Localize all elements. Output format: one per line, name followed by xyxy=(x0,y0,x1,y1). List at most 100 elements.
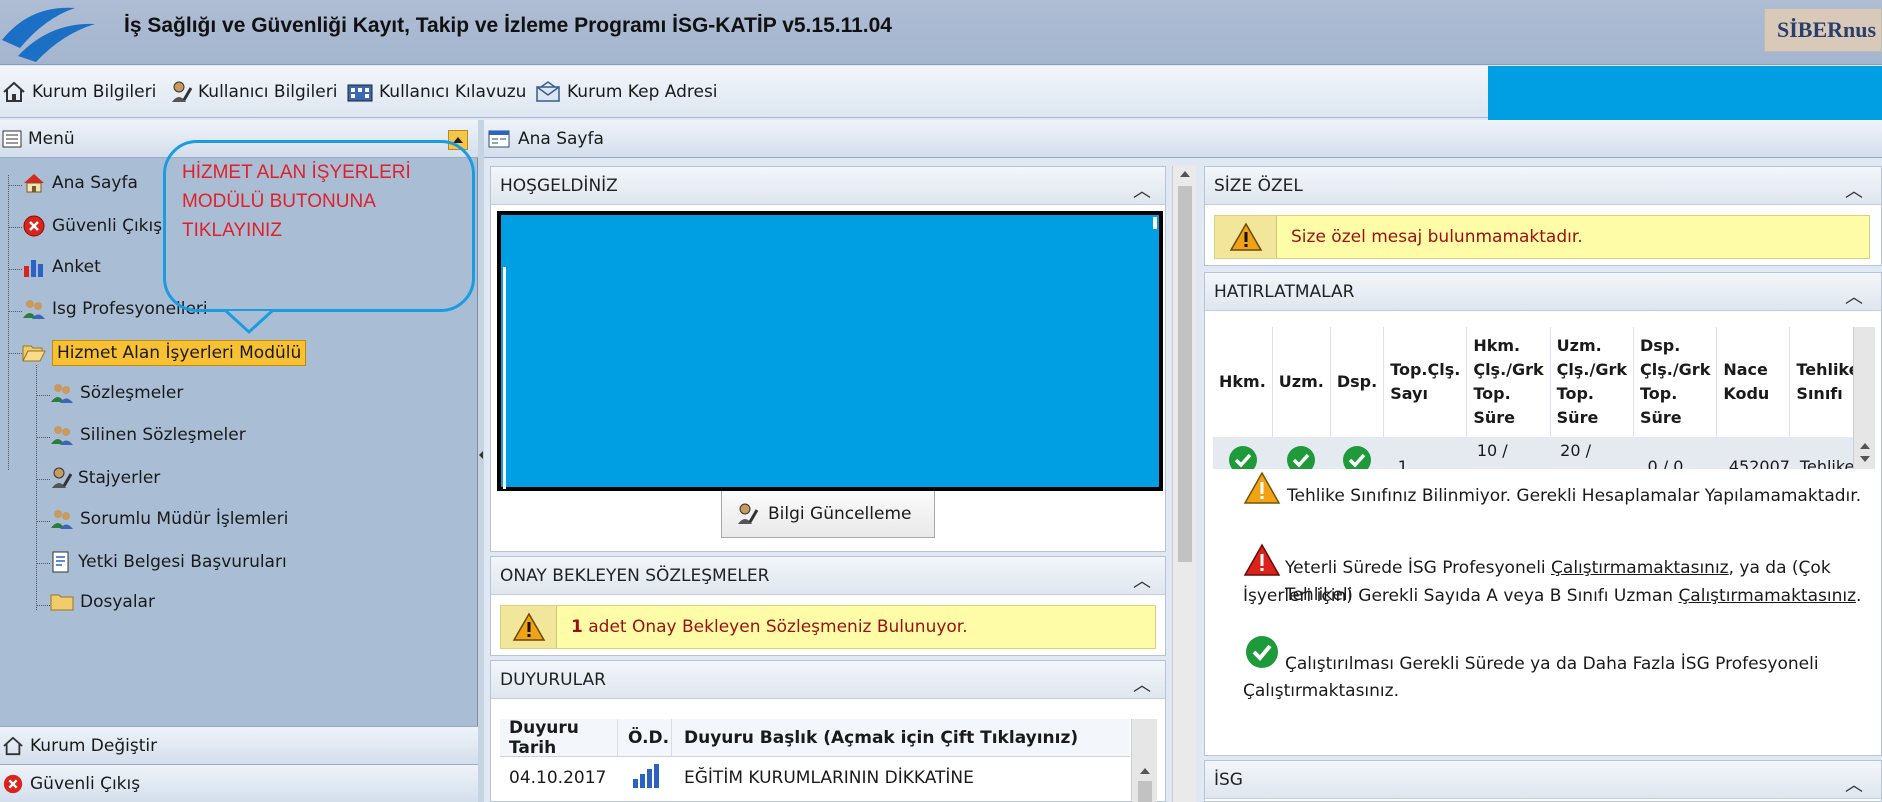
pending-count: 1 xyxy=(571,617,583,637)
tree-line xyxy=(8,311,22,312)
mail-icon xyxy=(536,81,560,102)
announcements-title: DUYURULAR xyxy=(500,669,606,690)
sidebar-item-silinen-sozlesmeler[interactable]: Silinen Sözleşmeler xyxy=(50,424,246,446)
pending-message[interactable]: 1 adet Onay Bekleyen Sözleşmeniz Bulunuy… xyxy=(500,605,1156,649)
main-scrollbar[interactable] xyxy=(1172,166,1196,802)
cell-nace: 452007 xyxy=(1728,457,1790,471)
sidebar-item-dosyalar[interactable]: Dosyalar xyxy=(50,592,155,612)
pending-title: ONAY BEKLEYEN SÖZLEŞMELER xyxy=(500,565,770,586)
check-icon xyxy=(1213,437,1272,471)
scroll-thumb[interactable] xyxy=(1178,186,1192,562)
document-icon xyxy=(52,551,69,573)
toolbar-label: Kullanıcı Bilgileri xyxy=(198,82,338,102)
sidebar-item-guvenli-cikis[interactable]: Güvenli Çıkış xyxy=(22,214,162,238)
home-icon xyxy=(24,174,44,193)
check-icon xyxy=(1246,636,1278,668)
panel-header: ONAY BEKLEYEN SÖZLEŞMELER ︿ xyxy=(491,557,1165,595)
panel-header: İSG ︿ xyxy=(1205,761,1881,799)
col-tehlike-sinifi[interactable]: Tehlike Sınıfı xyxy=(1789,327,1853,437)
col-hkm-sure[interactable]: Hkm. Çlş./Grk Top. Süre xyxy=(1466,327,1551,437)
redaction-box xyxy=(1488,66,1882,122)
welcome-title: HOŞGELDİNİZ xyxy=(500,175,618,196)
sidebar-item-hizmet-alan-isyerleri[interactable]: Hizmet Alan İşyerleri Modülü xyxy=(22,340,307,366)
scroll-thumb[interactable] xyxy=(1138,781,1152,802)
chevron-up-icon[interactable]: ︿ xyxy=(1133,567,1151,593)
col-uzm-sure[interactable]: Uzm. Çlş./Grk Top. Süre xyxy=(1550,327,1635,437)
panel-header: HOŞGELDİNİZ ︿ xyxy=(491,167,1165,205)
window-title: İş Sağlığı ve Güvenliği Kayıt, Takip ve … xyxy=(124,14,892,37)
legend-link[interactable]: Çalıştırmamaktasınız xyxy=(1551,558,1729,578)
kurum-degistir-button[interactable]: Kurum Değiştir xyxy=(0,726,478,764)
reminders-table: Hkm. Uzm. Dsp. Top.Çlş. Sayı Hkm. Çlş./G… xyxy=(1213,327,1853,471)
sidebar-item-ana-sayfa[interactable]: Ana Sayfa xyxy=(22,172,138,194)
sidebar-item-yetki-belgesi[interactable]: Yetki Belgesi Başvuruları xyxy=(50,550,287,574)
col-nace-kodu[interactable]: Nace Kodu xyxy=(1716,327,1791,437)
redaction-edge xyxy=(503,267,506,489)
tree-line xyxy=(8,227,22,228)
chevron-up-icon[interactable]: ︿ xyxy=(1133,671,1151,697)
col-dsp[interactable]: Dsp. xyxy=(1330,327,1385,437)
table-header: Duyuru Tarih Ö.D. Duyuru Başlık (Açmak i… xyxy=(500,718,1130,758)
scrollbar[interactable] xyxy=(1131,719,1157,802)
user-edit-icon xyxy=(738,503,758,524)
toolbar-label: Kurum Bilgileri xyxy=(32,82,157,102)
tree-line xyxy=(8,353,22,354)
chevron-up-icon[interactable]: ︿ xyxy=(1845,177,1863,203)
legend-link[interactable]: Çalıştırmamaktasınız xyxy=(1678,586,1856,606)
callout-line: TIKLAYINIZ xyxy=(182,220,282,241)
col-hkm[interactable]: Hkm. xyxy=(1213,327,1273,437)
tab-ana-sayfa[interactable]: Ana Sayfa xyxy=(518,129,604,149)
menu-icon xyxy=(2,130,22,147)
col-top-cls-sayi[interactable]: Top.Çlş. Sayı xyxy=(1383,327,1468,437)
scroll-down-icon[interactable] xyxy=(1859,455,1871,463)
tree-line xyxy=(8,175,9,470)
chevron-up-icon[interactable]: ︿ xyxy=(1845,771,1863,797)
kurum-bilgileri-button[interactable]: Kurum Bilgileri xyxy=(2,78,156,106)
user-edit-icon xyxy=(52,467,72,488)
sidebar-item-sorumlu-mudur[interactable]: Sorumlu Müdür İşlemleri xyxy=(50,508,288,530)
cell-dsp: 0 / 0 xyxy=(1647,457,1684,471)
row-date: 04.10.2017 xyxy=(509,768,607,788)
kullanici-kilavuzu-button[interactable]: Kullanıcı Kılavuzu xyxy=(347,78,526,106)
col-duyuru-tarih[interactable]: Duyuru Tarih xyxy=(500,718,618,758)
table-row[interactable]: 04.10.2017 EĞİTİM KURUMLARININ DİKKATİNE xyxy=(500,757,1130,799)
main-tab-header: Ana Sayfa xyxy=(484,120,1882,158)
folder-icon xyxy=(50,594,74,611)
building-icon xyxy=(347,84,373,102)
panel-header: HATIRLATMALAR ︿ xyxy=(1205,273,1881,311)
scrollbar[interactable] xyxy=(1853,327,1875,471)
col-duyuru-baslik[interactable]: Duyuru Başlık (Açmak için Çift Tıklayını… xyxy=(672,719,1130,756)
scroll-up-icon[interactable] xyxy=(1139,767,1151,775)
bar-chart-icon xyxy=(618,763,672,794)
sidebar-item-stajyerler[interactable]: Stajyerler xyxy=(50,466,160,490)
reminders-panel: HATIRLATMALAR ︿ Hkm. Uzm. Dsp. Top.Çlş. … xyxy=(1204,272,1882,756)
warning-red-icon xyxy=(1243,543,1281,576)
special-panel: SİZE ÖZEL ︿ Size özel mesaj bulunmamakta… xyxy=(1204,166,1882,266)
nav-label: Kurum Değiştir xyxy=(30,735,158,756)
cell-hkm: 10 / xyxy=(1476,441,1508,460)
kurum-kep-adresi-button[interactable]: Kurum Kep Adresi xyxy=(535,78,718,106)
isg-title: İSG xyxy=(1214,769,1243,790)
col-uzm[interactable]: Uzm. xyxy=(1272,327,1331,437)
menu-title: Menü xyxy=(28,128,75,149)
cell-count: 1 xyxy=(1397,457,1408,471)
row-title: EĞİTİM KURUMLARININ DİKKATİNE xyxy=(684,768,974,788)
chevron-up-icon[interactable]: ︿ xyxy=(1845,283,1863,309)
scroll-up-icon[interactable] xyxy=(1179,170,1191,178)
sidebar-item-anket[interactable]: Anket xyxy=(22,256,101,278)
chevron-up-icon[interactable]: ︿ xyxy=(1133,177,1151,203)
exit-icon xyxy=(23,215,45,237)
scroll-up-icon[interactable] xyxy=(1859,442,1871,450)
guvenli-cikis-button[interactable]: Güvenli Çıkış xyxy=(0,764,478,802)
col-dsp-sure[interactable]: Dsp. Çlş./Grk Top. Süre xyxy=(1633,327,1718,437)
sidebar-item-sozlesmeler[interactable]: Sözleşmeler xyxy=(50,382,183,404)
tree-line xyxy=(36,605,50,606)
col-od[interactable]: Ö.D. xyxy=(618,719,672,756)
cell-class: Tehlikeli xyxy=(1799,457,1853,471)
splitter[interactable] xyxy=(478,120,484,802)
button-label: Bilgi Güncelleme xyxy=(768,504,912,524)
bilgi-guncelleme-button[interactable]: Bilgi Güncelleme xyxy=(721,490,935,538)
table-row[interactable]: 1 10 / 20 / 0 / 0 452007 Tehlikeli xyxy=(1213,437,1853,471)
kullanici-bilgileri-button[interactable]: Kullanıcı Bilgileri xyxy=(170,78,337,106)
check-icon xyxy=(1272,437,1330,471)
